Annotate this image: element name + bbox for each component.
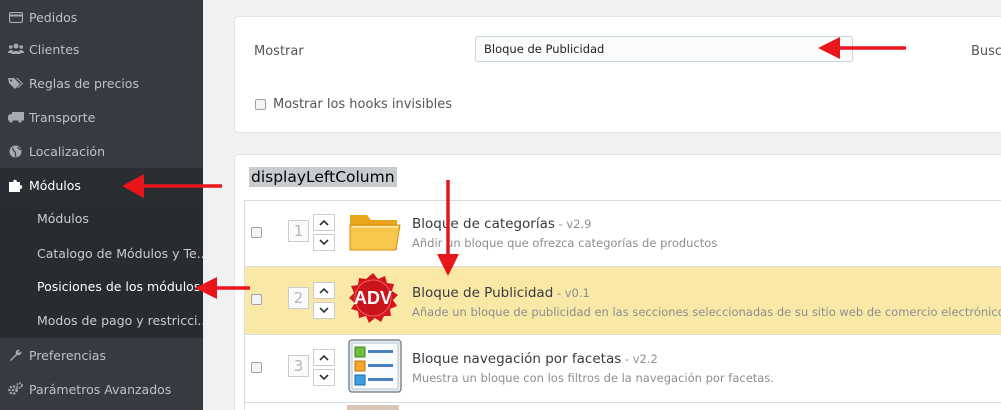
annotation-arrows <box>122 37 906 299</box>
arrow-to-posiciones <box>195 277 250 299</box>
arrow-to-modulos <box>122 174 222 198</box>
arrow-to-row <box>437 180 459 276</box>
arrow-to-select <box>818 37 906 59</box>
